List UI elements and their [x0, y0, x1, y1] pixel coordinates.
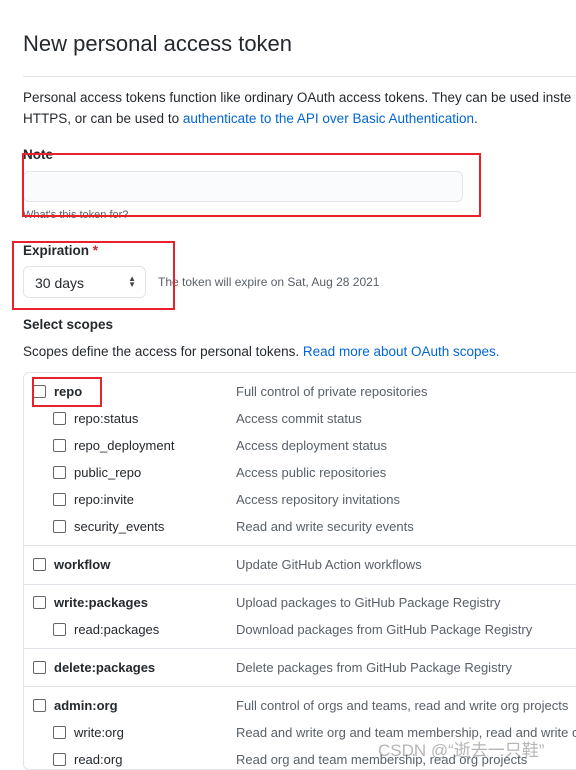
- scope-checkbox[interactable]: [33, 558, 46, 571]
- scopes-description: Scopes define the access for personal to…: [23, 344, 500, 359]
- scope-row: delete:packages Delete packages from GitH…: [24, 658, 576, 678]
- scope-name: admin:org: [54, 698, 118, 713]
- intro-line-1: Personal access tokens function like ord…: [23, 90, 572, 105]
- page-title: New personal access token: [23, 31, 293, 56]
- scope-name: workflow: [54, 557, 111, 572]
- scope-row: public_repo Access public repositories: [24, 463, 576, 483]
- scope-row: admin:org Full control of orgs and teams,…: [24, 696, 576, 716]
- scope-description: Access public repositories: [236, 465, 387, 480]
- scope-checkbox[interactable]: [33, 699, 46, 712]
- scope-row: repo:invite Access repository invitations: [24, 490, 576, 510]
- scope-name: security_events: [74, 519, 165, 534]
- scope-name: delete:packages: [54, 660, 156, 675]
- scope-checkbox[interactable]: [53, 623, 66, 636]
- scope-name: write:packages: [54, 595, 148, 610]
- scope-row: write:packages Upload packages to GitHub …: [24, 593, 576, 613]
- scope-row: repo_deployment Access deployment status: [24, 436, 576, 456]
- intro-line-2: HTTPS, or can be used to authenticate to…: [23, 111, 478, 126]
- scope-name: read:packages: [74, 622, 160, 637]
- scope-name: public_repo: [74, 465, 142, 480]
- scope-group-divider: [24, 584, 576, 585]
- scope-description: Delete packages from GitHub Package Regi…: [236, 660, 513, 675]
- scope-group-divider: [24, 648, 576, 649]
- scope-description: Upload packages to GitHub Package Regist…: [236, 595, 501, 610]
- scope-checkbox[interactable]: [53, 466, 66, 479]
- scope-description: Access deployment status: [236, 438, 388, 453]
- scopes-desc-text: Scopes define the access for personal to…: [23, 344, 303, 359]
- scope-name: repo_deployment: [74, 438, 175, 453]
- scope-checkbox[interactable]: [53, 753, 66, 766]
- scope-name: write:org: [74, 725, 124, 740]
- scope-description: Update GitHub Action workflows: [236, 557, 422, 572]
- scope-group-divider: [24, 686, 576, 687]
- scope-name: repo:invite: [74, 492, 134, 507]
- scope-row: workflow Update GitHub Action workflows: [24, 555, 576, 575]
- highlight-box-note: [22, 153, 481, 217]
- watermark: CSDN @“逝去一只鞋”: [378, 741, 545, 760]
- basic-auth-link[interactable]: authenticate to the API over Basic Authe…: [183, 111, 474, 126]
- divider: [23, 76, 576, 77]
- scopes-table: repo Full control of private repositories…: [23, 372, 576, 770]
- scope-description: Access repository invitations: [236, 492, 401, 507]
- scope-description: Access commit status: [236, 411, 362, 426]
- scope-description: Full control of private repositories: [236, 384, 428, 399]
- scope-row: repo Full control of private repositories: [24, 382, 576, 402]
- scope-description: Read and write security events: [236, 519, 414, 534]
- scope-row: read:packages Download packages from GitH…: [24, 620, 576, 640]
- highlight-box-expiration: [12, 241, 175, 310]
- scope-row: security_events Read and write security e…: [24, 517, 576, 537]
- scope-checkbox[interactable]: [33, 596, 46, 609]
- scope-row: repo:status Access commit status: [24, 409, 576, 429]
- scope-checkbox[interactable]: [33, 661, 46, 674]
- scope-checkbox[interactable]: [53, 493, 66, 506]
- scope-description: Full control of orgs and teams, read and…: [236, 698, 569, 713]
- scope-checkbox[interactable]: [53, 412, 66, 425]
- scope-description: Download packages from GitHub Package Re…: [236, 622, 533, 637]
- scopes-heading: Select scopes: [23, 317, 114, 332]
- scope-name: repo:status: [74, 411, 139, 426]
- scope-checkbox[interactable]: [53, 726, 66, 739]
- scope-checkbox[interactable]: [53, 520, 66, 533]
- highlight-box-repo: [32, 377, 102, 407]
- intro-text: HTTPS, or can be used to: [23, 111, 183, 126]
- scope-group-divider: [24, 545, 576, 546]
- oauth-scopes-link[interactable]: Read more about OAuth scopes.: [303, 344, 500, 359]
- intro-text: .: [474, 111, 478, 126]
- scope-checkbox[interactable]: [53, 439, 66, 452]
- expiration-hint: The token will expire on Sat, Aug 28 202…: [158, 275, 380, 289]
